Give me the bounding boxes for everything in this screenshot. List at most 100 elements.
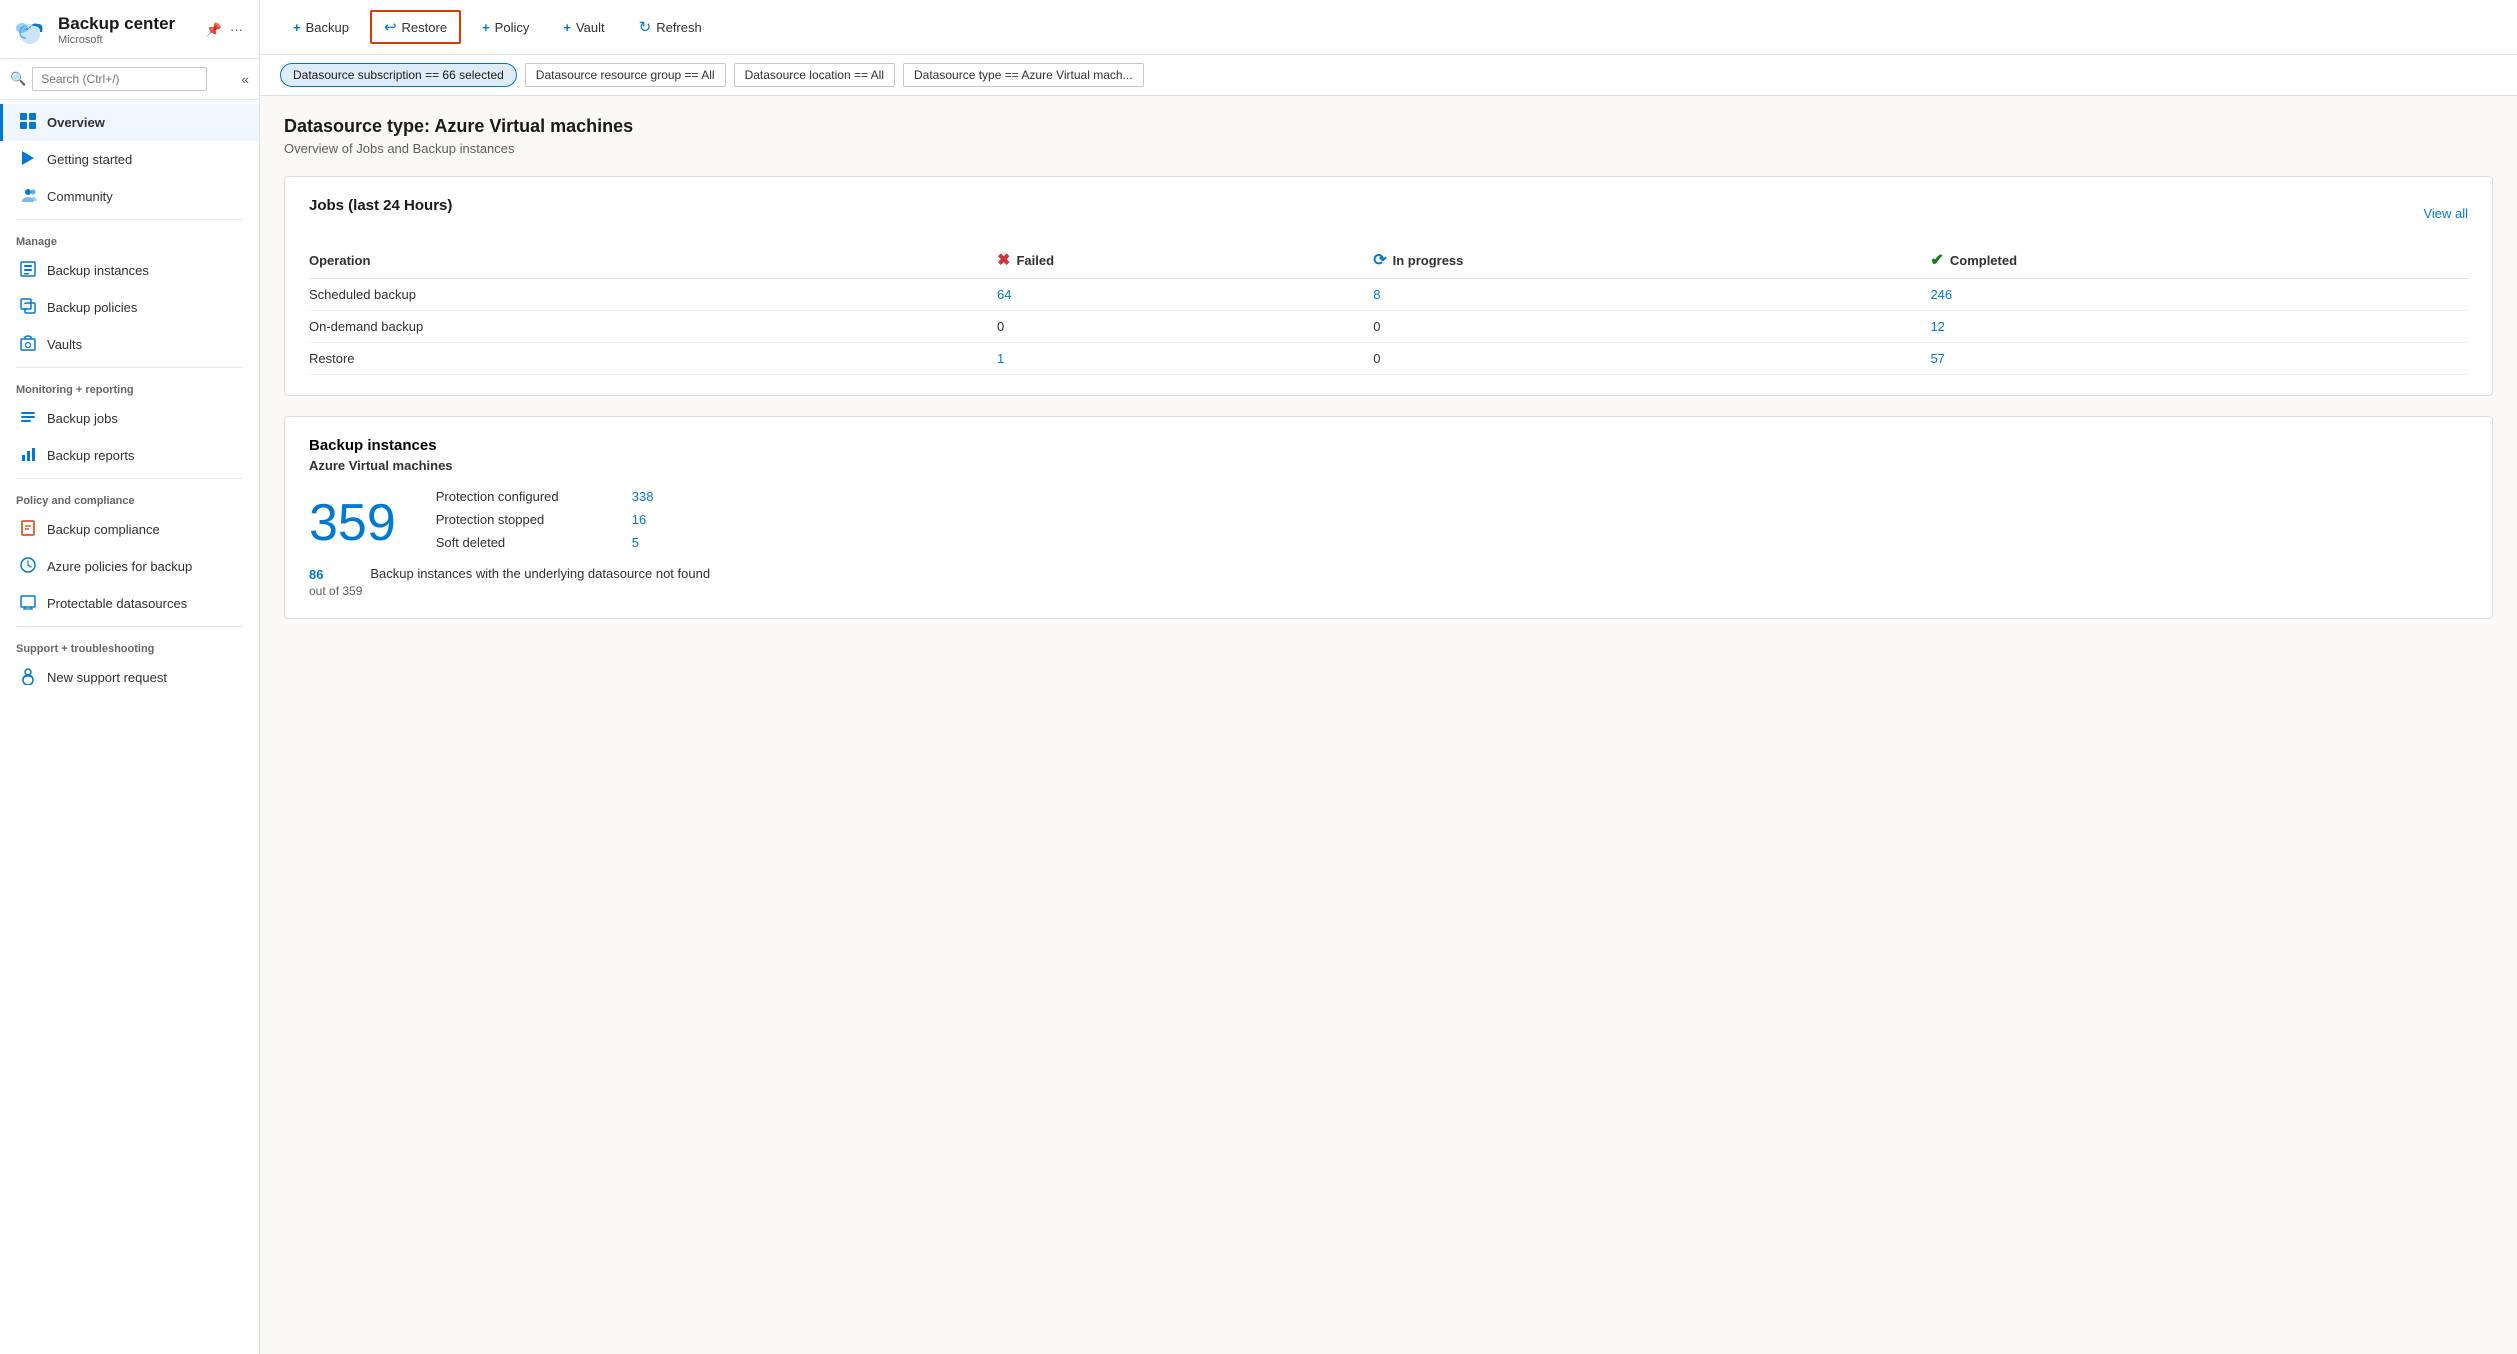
backup-instances-footer-num[interactable]: 86: [309, 566, 362, 584]
refresh-button[interactable]: ↻ Refresh: [626, 11, 715, 43]
completed-cell[interactable]: 246: [1930, 279, 2468, 311]
app-title-block: Backup center Microsoft: [58, 14, 175, 46]
col-inprogress: ⟳ In progress: [1373, 244, 1930, 279]
completed-value[interactable]: 12: [1930, 319, 1944, 334]
inprogress-value[interactable]: 8: [1373, 287, 1380, 302]
filter-location[interactable]: Datasource location == All: [734, 63, 895, 87]
backup-plus-icon: +: [293, 20, 301, 35]
sidebar-item-azure-policies-label: Azure policies for backup: [47, 559, 192, 574]
backup-instances-total-count[interactable]: 359: [309, 497, 396, 549]
support-icon: [19, 667, 37, 688]
refresh-button-label: Refresh: [656, 20, 702, 35]
more-icon[interactable]: ···: [230, 22, 243, 38]
bi-stat-row: Protection configured 338: [436, 489, 654, 504]
policy-button-label: Policy: [495, 20, 530, 35]
filter-location-text: Datasource location == All: [745, 68, 884, 82]
failed-value: 0: [997, 319, 1004, 334]
bi-stat-value[interactable]: 338: [632, 489, 654, 504]
sidebar-item-backup-jobs[interactable]: Backup jobs: [0, 400, 259, 437]
bi-stat-label: Protection configured: [436, 489, 616, 504]
sidebar-item-getting-started-label: Getting started: [47, 152, 132, 167]
sidebar-item-backup-instances[interactable]: Backup instances: [0, 252, 259, 289]
sidebar-item-new-support[interactable]: New support request: [0, 659, 259, 696]
table-row: Scheduled backup 64 8 246: [309, 279, 2468, 311]
view-all-link[interactable]: View all: [2423, 206, 2468, 221]
sidebar-item-getting-started[interactable]: Getting started: [0, 141, 259, 178]
vault-plus-icon: +: [563, 20, 571, 35]
policy-button[interactable]: + Policy: [469, 13, 542, 42]
sidebar-nav: Overview Getting started Community Manag…: [0, 100, 259, 1354]
manage-divider: [16, 219, 243, 220]
toolbar: + Backup ↩ Restore + Policy + Vault ↻ Re…: [260, 0, 2517, 55]
backup-instances-stats: Protection configured 338 Protection sto…: [436, 489, 654, 550]
jobs-card: Jobs (last 24 Hours) View all Operation …: [284, 176, 2493, 396]
collapse-button[interactable]: «: [241, 71, 249, 87]
sidebar-item-backup-reports[interactable]: Backup reports: [0, 437, 259, 474]
sidebar-item-community[interactable]: Community: [0, 178, 259, 215]
policy-divider: [16, 478, 243, 479]
sidebar-item-new-support-label: New support request: [47, 670, 167, 685]
operation-cell: On-demand backup: [309, 311, 997, 343]
table-row: Restore 1 0 57: [309, 343, 2468, 375]
failed-header: ✖ Failed: [997, 250, 1361, 270]
inprogress-label: In progress: [1393, 253, 1464, 268]
sidebar-item-backup-policies-label: Backup policies: [47, 300, 137, 315]
protectable-datasources-icon: [19, 593, 37, 614]
bi-stat-value[interactable]: 5: [632, 535, 639, 550]
backup-instances-footer-left: 86 out of 359: [309, 566, 362, 598]
sidebar-item-protectable-datasources-label: Protectable datasources: [47, 596, 187, 611]
failed-cell[interactable]: 1: [997, 343, 1373, 375]
filter-resource-group[interactable]: Datasource resource group == All: [525, 63, 726, 87]
bi-stat-row: Protection stopped 16: [436, 512, 654, 527]
sidebar-search-bar: 🔍 «: [0, 59, 259, 100]
app-logo-icon: [12, 12, 48, 48]
sidebar-item-backup-jobs-label: Backup jobs: [47, 411, 118, 426]
sidebar-item-protectable-datasources[interactable]: Protectable datasources: [0, 585, 259, 622]
sidebar-item-backup-compliance[interactable]: Backup compliance: [0, 511, 259, 548]
policy-section-label: Policy and compliance: [0, 483, 259, 511]
getting-started-icon: [19, 149, 37, 170]
backup-instances-footer: 86 out of 359 Backup instances with the …: [309, 566, 2468, 598]
inprogress-cell[interactable]: 8: [1373, 279, 1930, 311]
inprogress-icon: ⟳: [1373, 250, 1386, 270]
sidebar-item-backup-policies[interactable]: Backup policies: [0, 289, 259, 326]
sidebar-item-backup-compliance-label: Backup compliance: [47, 522, 160, 537]
completed-value[interactable]: 57: [1930, 351, 1944, 366]
page-title: Datasource type: Azure Virtual machines: [284, 116, 2493, 137]
restore-button[interactable]: ↩ Restore: [370, 10, 461, 44]
sidebar-item-azure-policies[interactable]: Azure policies for backup: [0, 548, 259, 585]
sidebar-item-vaults[interactable]: Vaults: [0, 326, 259, 363]
main-content-area: + Backup ↩ Restore + Policy + Vault ↻ Re…: [260, 0, 2517, 1354]
failed-value[interactable]: 64: [997, 287, 1011, 302]
filter-resource-group-text: Datasource resource group == All: [536, 68, 715, 82]
search-input[interactable]: [32, 67, 207, 91]
bi-stat-value[interactable]: 16: [632, 512, 646, 527]
failed-value[interactable]: 1: [997, 351, 1004, 366]
filter-datasource-type[interactable]: Datasource type == Azure Virtual mach...: [903, 63, 1144, 87]
table-row: On-demand backup 0 0 12: [309, 311, 2468, 343]
sidebar-item-overview-label: Overview: [47, 115, 105, 130]
backup-button[interactable]: + Backup: [280, 13, 362, 42]
filter-subscription-text: Datasource subscription == 66 selected: [293, 68, 504, 82]
jobs-card-header: Jobs (last 24 Hours) View all: [309, 197, 2468, 230]
completed-icon: ✔: [1930, 250, 1943, 270]
vault-button[interactable]: + Vault: [550, 13, 617, 42]
restore-icon: ↩: [384, 18, 397, 36]
refresh-icon: ↻: [639, 18, 652, 36]
overview-icon: [19, 112, 37, 133]
inprogress-header: ⟳ In progress: [1373, 250, 1918, 270]
community-icon: [19, 186, 37, 207]
completed-cell[interactable]: 12: [1930, 311, 2468, 343]
monitoring-section-label: Monitoring + reporting: [0, 372, 259, 400]
completed-value[interactable]: 246: [1930, 287, 1952, 302]
jobs-table-header-row: Operation ✖ Failed ⟳ In progress: [309, 244, 2468, 279]
col-operation: Operation: [309, 244, 997, 279]
completed-cell[interactable]: 57: [1930, 343, 2468, 375]
filter-subscription[interactable]: Datasource subscription == 66 selected: [280, 63, 517, 87]
pin-icon[interactable]: 📌: [206, 22, 222, 38]
sidebar-item-overview[interactable]: Overview: [0, 104, 259, 141]
jobs-table: Operation ✖ Failed ⟳ In progress: [309, 244, 2468, 375]
inprogress-cell: 0: [1373, 311, 1930, 343]
backup-compliance-icon: [19, 519, 37, 540]
failed-cell[interactable]: 64: [997, 279, 1373, 311]
